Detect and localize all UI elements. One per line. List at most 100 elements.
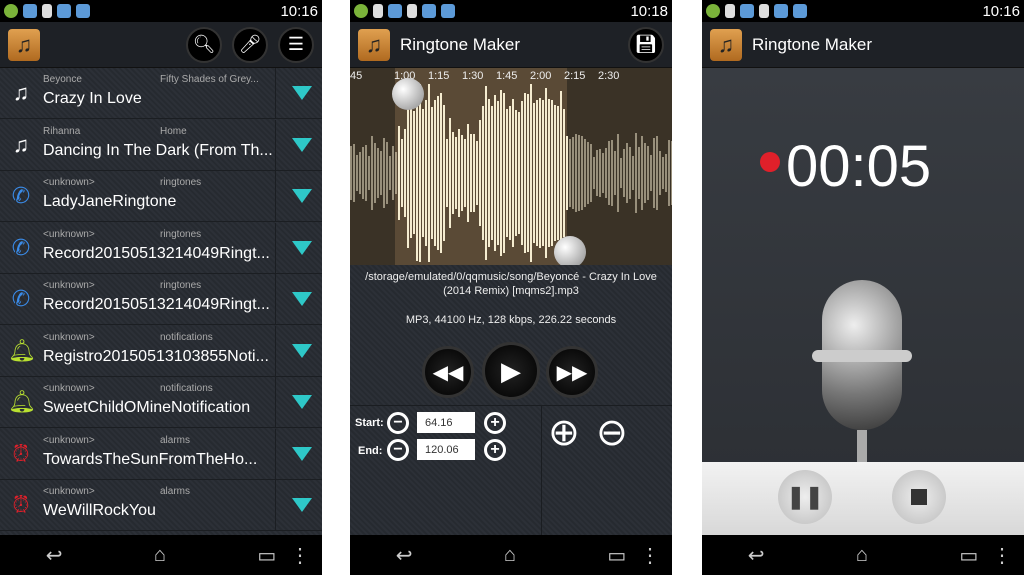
zoom-in-icon[interactable]: ⊕ xyxy=(548,410,580,455)
waveform-bar xyxy=(356,155,358,191)
waveform-bar xyxy=(440,92,442,254)
microphone-icon[interactable]: 🎤︎ xyxy=(232,26,268,63)
recents-icon[interactable]: ▭ xyxy=(257,543,276,568)
artist: Beyonce xyxy=(43,74,82,85)
dropdown-arrow-icon[interactable] xyxy=(292,240,312,255)
shield-icon xyxy=(422,4,436,18)
ringtone-list-item[interactable]: ✆ <unknown> ringtones LadyJaneRingtone xyxy=(0,171,322,222)
waveform-bar xyxy=(647,146,649,200)
end-marker-handle[interactable] xyxy=(554,236,586,265)
overflow-icon[interactable]: ⋮ xyxy=(290,543,310,568)
recording-indicator-icon xyxy=(760,152,780,172)
waveform-bar xyxy=(596,149,598,197)
start-decrease-button[interactable]: − xyxy=(387,412,409,434)
home-icon[interactable]: ⌂ xyxy=(856,544,868,567)
home-icon[interactable]: ⌂ xyxy=(154,544,166,567)
waveform-bar xyxy=(635,133,637,213)
image-icon xyxy=(373,4,383,18)
end-input[interactable] xyxy=(417,439,475,460)
album: Fifty Shades of Grey... xyxy=(160,74,259,85)
album: ringtones xyxy=(160,177,202,188)
waveform-bar xyxy=(527,93,529,253)
dropdown-arrow-icon[interactable] xyxy=(292,86,312,100)
dropdown-arrow-icon[interactable] xyxy=(292,189,312,203)
waveform-bar xyxy=(428,84,430,262)
waveform-bar xyxy=(500,90,502,256)
artist: <unknown> xyxy=(43,331,95,343)
divider xyxy=(275,325,276,376)
back-icon[interactable]: ↩ xyxy=(748,543,765,568)
waveform-bar xyxy=(410,107,412,239)
rewind-button[interactable]: ◀◀ xyxy=(422,346,474,398)
ringtone-list-item[interactable]: 🔔︎ <unknown> notifications SweetChildOMi… xyxy=(0,377,322,428)
waveform-bar xyxy=(416,84,418,262)
save-icon[interactable]: 💾︎ xyxy=(628,26,664,63)
artist: Rihanna xyxy=(43,125,81,137)
waveform-bar xyxy=(593,157,595,189)
menu-list-icon[interactable]: ☰ xyxy=(278,26,314,63)
search-icon[interactable]: 🔍︎ xyxy=(186,26,222,63)
start-input[interactable] xyxy=(417,412,475,433)
app-logo-icon[interactable]: ♫ xyxy=(710,28,742,61)
waveform-bar xyxy=(662,157,664,189)
dropdown-arrow-icon[interactable] xyxy=(292,395,312,409)
ringtone-list-screen: 10:16 ♫ 🔍︎ 🎤︎ ☰ ♫ Beyonce Fifty Shades o… xyxy=(0,0,322,575)
waveform-bar xyxy=(566,136,568,210)
waveform[interactable]: 45 1:00 1:15 1:30 1:45 2:00 2:15 2:30 xyxy=(350,68,672,265)
dropdown-arrow-icon[interactable] xyxy=(292,343,312,358)
start-marker-handle[interactable] xyxy=(392,78,424,110)
pause-button[interactable]: ❚❚ xyxy=(778,470,832,524)
fast-forward-button[interactable]: ▶▶ xyxy=(546,346,598,398)
recents-icon[interactable]: ▭ xyxy=(959,543,978,568)
waveform-bar xyxy=(365,145,367,201)
waveform-bar xyxy=(476,141,478,205)
waveform-bar xyxy=(536,99,538,247)
waveform-bar xyxy=(479,119,481,227)
song-title: Registro20150513103855Noti... xyxy=(43,347,269,365)
dropdown-arrow-icon[interactable] xyxy=(292,498,312,512)
waveform-bar xyxy=(560,90,562,256)
ringtone-list-item[interactable]: ♫ Beyonce Fifty Shades of Grey... Crazy … xyxy=(0,68,322,119)
waveform-bar xyxy=(650,154,652,192)
song-title: Crazy In Love xyxy=(43,90,142,107)
waveform-bar xyxy=(623,149,625,197)
waveform-bar xyxy=(458,129,460,217)
stop-button[interactable] xyxy=(892,470,946,524)
zoom-out-icon[interactable]: ⊖ xyxy=(596,410,628,455)
overflow-icon[interactable]: ⋮ xyxy=(992,543,1012,568)
dropdown-arrow-icon[interactable] xyxy=(292,446,312,461)
ringtone-list-item[interactable]: ⏰︎ <unknown> alarms WeWillRockYou xyxy=(0,480,322,531)
waveform-bar xyxy=(569,138,571,208)
timeline-label: 2:30 xyxy=(598,70,620,82)
album: alarms xyxy=(160,486,191,497)
waveform-bar xyxy=(509,106,511,240)
play-button[interactable]: ▶ xyxy=(482,342,540,400)
dropdown-arrow-icon[interactable] xyxy=(292,292,312,306)
start-increase-button[interactable]: + xyxy=(484,412,506,434)
end-label: End: xyxy=(358,445,383,457)
ringtone-list-item[interactable]: ✆ <unknown> ringtones Record201505132140… xyxy=(0,222,322,274)
song-title: LadyJaneRingtone xyxy=(43,193,177,210)
back-icon[interactable]: ↩ xyxy=(46,543,63,568)
app-logo-icon[interactable]: ♫ xyxy=(8,28,40,61)
ringtone-list-item[interactable]: ♫ Rihanna Home Dancing In The Dark (From… xyxy=(0,119,322,171)
overflow-icon[interactable]: ⋮ xyxy=(640,543,660,568)
waveform-bar xyxy=(644,143,646,203)
waveform-bar xyxy=(599,149,601,197)
recents-icon[interactable]: ▭ xyxy=(607,543,626,568)
home-icon[interactable]: ⌂ xyxy=(504,544,516,567)
ringtone-list-item[interactable]: ✆ <unknown> ringtones Record201505132140… xyxy=(0,274,322,325)
timeline-label: 1:30 xyxy=(462,70,484,82)
dropdown-arrow-icon[interactable] xyxy=(292,137,312,152)
bell-icon: 🔔︎ xyxy=(8,337,36,363)
divider xyxy=(275,68,276,118)
ringtone-list-item[interactable]: 🔔︎ <unknown> notifications Registro20150… xyxy=(0,325,322,377)
file-format: MP3, 44100 Hz, 128 kbps, 226.22 seconds xyxy=(405,314,617,326)
end-increase-button[interactable]: + xyxy=(484,439,506,461)
action-bar: ♫ Ringtone Maker xyxy=(702,22,1024,68)
app-logo-icon[interactable]: ♫ xyxy=(358,28,390,61)
back-icon[interactable]: ↩ xyxy=(396,543,413,568)
end-decrease-button[interactable]: − xyxy=(387,439,409,461)
ringtone-list-item[interactable]: ⏰︎ <unknown> alarms TowardsTheSunFromThe… xyxy=(0,428,322,480)
waveform-bar xyxy=(665,154,667,192)
